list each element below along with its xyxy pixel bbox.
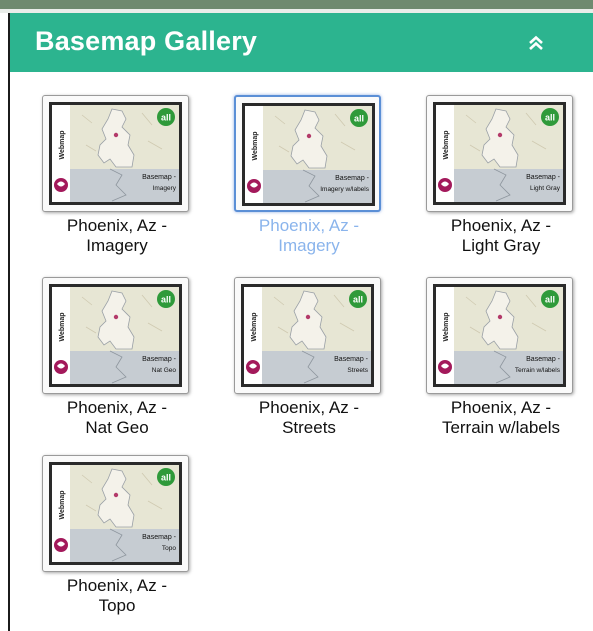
thumbnail-prefix: Basemap - xyxy=(142,356,177,363)
phoenix-logo-icon xyxy=(54,360,68,374)
thumbnail-frame: all Webmap Basemap - Nat Geo xyxy=(42,277,189,394)
thumbnail-caption: Streets xyxy=(347,367,368,374)
all-badge-icon: all xyxy=(541,290,559,308)
all-badge-icon: all xyxy=(350,109,368,127)
thumbnail-frame: all Webmap Basemap - Imagery w/labels xyxy=(234,95,381,212)
basemap-label-line2: Light Gray xyxy=(461,236,541,255)
map-edge-strip xyxy=(0,0,593,13)
badge-text: all xyxy=(545,113,555,123)
phoenix-logo-icon xyxy=(438,360,452,374)
double-chevron-up-icon xyxy=(529,35,543,50)
basemap-thumbnail: all Webmap Basemap - Nat Geo xyxy=(49,284,182,387)
basemap-tile[interactable]: all Webmap Basemap - Nat Geo Phoenix, Az - Na… xyxy=(42,277,192,447)
phoenix-logo-icon xyxy=(438,178,452,192)
thumbnail-prefix: Basemap - xyxy=(335,175,370,182)
basemap-label: Phoenix, Az - Imagery xyxy=(219,216,399,256)
all-badge-icon: all xyxy=(157,290,175,308)
badge-text: all xyxy=(354,114,364,124)
thumbnail-caption: Terrain w/labels xyxy=(515,367,561,374)
basemap-label-line1: Phoenix, Az - xyxy=(66,576,168,595)
thumbnail-frame: all Webmap Basemap - Terrain w/labels xyxy=(426,277,573,394)
thumbnail-side-label: Webmap xyxy=(443,312,450,341)
basemap-label-line2: Imagery xyxy=(86,236,148,255)
phoenix-logo-icon xyxy=(247,179,261,193)
thumbnail-caption: Imagery w/labels xyxy=(320,186,370,193)
basemap-label-line1: Phoenix, Az - xyxy=(258,398,360,417)
basemap-thumbnail: all Webmap Basemap - Light Gray xyxy=(433,102,566,205)
basemap-label-line1: Phoenix, Az - xyxy=(66,216,168,235)
basemap-tile[interactable]: all Webmap Basemap - Imagery w/labels Phoeni… xyxy=(234,95,384,265)
basemap-label-line1: Phoenix, Az - xyxy=(450,216,552,235)
basemap-thumbnail: all Webmap Basemap - Topo xyxy=(49,462,182,565)
panel-header: Basemap Gallery xyxy=(10,13,593,72)
thumbnail-frame: all Webmap Basemap - Light Gray xyxy=(426,95,573,212)
basemap-thumbnail: all Webmap Basemap - Streets xyxy=(241,284,374,387)
all-badge-icon: all xyxy=(541,108,559,126)
badge-text: all xyxy=(161,473,171,483)
thumbnail-caption: Topo xyxy=(162,545,176,552)
basemap-thumbnail: all Webmap Basemap - Terrain w/labels xyxy=(433,284,566,387)
basemap-label: Phoenix, Az - Topo xyxy=(27,576,207,616)
basemap-label-line1: Phoenix, Az - xyxy=(450,398,552,417)
panel-title: Basemap Gallery xyxy=(35,26,258,56)
basemap-tile[interactable]: all Webmap Basemap - Imagery Phoenix, Az - Im… xyxy=(42,95,192,265)
basemap-label-line2: Nat Geo xyxy=(85,418,149,437)
basemap-label-line2: Topo xyxy=(98,596,136,615)
basemap-label: Phoenix, Az - Streets xyxy=(219,398,399,438)
thumbnail-prefix: Basemap - xyxy=(142,534,177,541)
basemap-label: Phoenix, Az - Nat Geo xyxy=(27,398,207,438)
thumbnail-side-label: Webmap xyxy=(59,130,66,159)
badge-text: all xyxy=(161,295,171,305)
thumbnail-prefix: Basemap - xyxy=(526,174,561,181)
thumbnail-prefix: Basemap - xyxy=(526,356,561,363)
basemap-label-line2: Terrain w/labels xyxy=(441,418,561,437)
thumbnail-prefix: Basemap - xyxy=(334,356,369,363)
badge-text: all xyxy=(353,295,363,305)
phoenix-logo-icon xyxy=(246,360,260,374)
basemap-label-line1: Phoenix, Az - xyxy=(258,216,360,235)
all-badge-icon: all xyxy=(157,108,175,126)
badge-text: all xyxy=(161,113,171,123)
basemap-tile[interactable]: all Webmap Basemap - Terrain w/labels Phoeni… xyxy=(426,277,576,447)
basemap-label-line2: Streets xyxy=(282,418,336,437)
basemap-tile[interactable]: all Webmap Basemap - Streets Phoenix, Az - St… xyxy=(234,277,384,447)
basemap-label-line2: Imagery xyxy=(278,236,340,255)
basemap-thumbnail: all Webmap Basemap - Imagery xyxy=(49,102,182,205)
thumbnail-frame: all Webmap Basemap - Topo xyxy=(42,455,189,572)
thumbnail-side-label: Webmap xyxy=(59,312,66,341)
phoenix-logo-icon xyxy=(54,178,68,192)
basemap-label-line1: Phoenix, Az - xyxy=(66,398,168,417)
thumbnail-side-label: Webmap xyxy=(443,130,450,159)
basemap-tile[interactable]: all Webmap Basemap - Topo Phoenix, Az - Topo xyxy=(42,455,192,625)
thumbnail-frame: all Webmap Basemap - Imagery xyxy=(42,95,189,212)
badge-text: all xyxy=(545,295,555,305)
thumbnail-caption: Imagery xyxy=(153,185,177,192)
basemap-label: Phoenix, Az - Terrain w/labels xyxy=(411,398,591,438)
thumbnail-frame: all Webmap Basemap - Streets xyxy=(234,277,381,394)
thumbnail-side-label: Webmap xyxy=(251,312,258,341)
basemap-gallery-panel: Basemap Gallery all Webmap Basemap - Imager… xyxy=(10,13,593,631)
thumbnail-caption: Light Gray xyxy=(530,185,561,192)
all-badge-icon: all xyxy=(157,468,175,486)
all-badge-icon: all xyxy=(349,290,367,308)
basemap-thumbnail: all Webmap Basemap - Imagery w/labels xyxy=(242,103,375,206)
thumbnail-caption: Nat Geo xyxy=(152,367,177,374)
thumbnail-side-label: Webmap xyxy=(59,490,66,519)
phoenix-logo-icon xyxy=(54,538,68,552)
basemap-label: Phoenix, Az - Light Gray xyxy=(411,216,591,256)
collapse-button[interactable] xyxy=(522,29,550,57)
thumbnail-prefix: Basemap - xyxy=(142,174,177,181)
thumbnail-side-label: Webmap xyxy=(252,131,259,160)
basemap-label: Phoenix, Az - Imagery xyxy=(27,216,207,256)
basemap-tile[interactable]: all Webmap Basemap - Light Gray Phoenix, Az … xyxy=(426,95,576,265)
